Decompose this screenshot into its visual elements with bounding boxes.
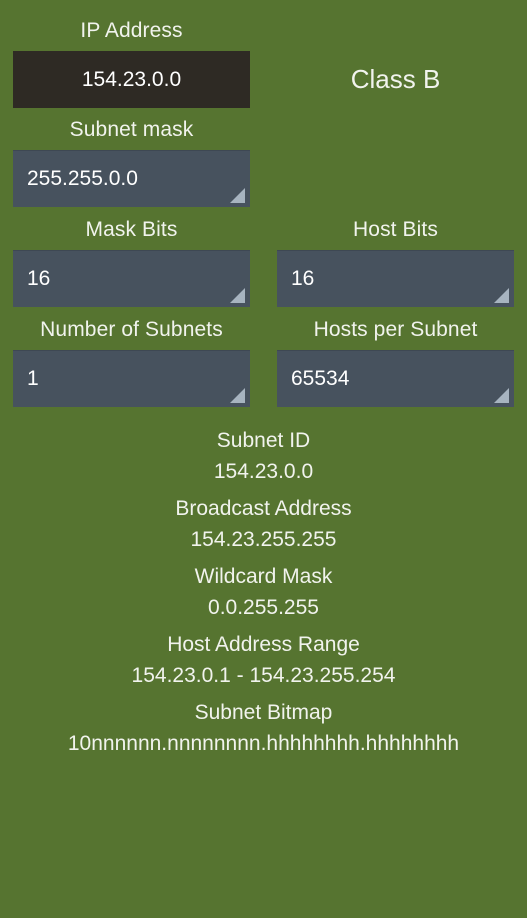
ip-address-field-cell: 154.23.0.0 <box>13 51 250 108</box>
dropdown-triangle-icon <box>230 388 245 403</box>
subnet-mask-label-cell: Subnet mask <box>13 117 250 143</box>
dropdown-triangle-icon <box>494 288 509 303</box>
result-value: 154.23.0.1 - 154.23.255.254 <box>131 664 396 687</box>
number-of-subnets-value: 1 <box>27 367 39 390</box>
subnet-mask-label-row: Subnet mask <box>0 117 527 143</box>
result-label: Wildcard Mask <box>194 565 333 588</box>
result-label: Host Address Range <box>167 633 360 656</box>
mask-bits-spinner[interactable]: 16 <box>13 250 250 307</box>
result-value: 0.0.255.255 <box>208 596 319 619</box>
ip-address-row: 154.23.0.0 Class B <box>0 51 527 108</box>
host-bits-label: Host Bits <box>353 218 438 241</box>
result-value: 154.23.255.255 <box>190 528 337 551</box>
ip-address-label-cell: IP Address <box>13 18 250 44</box>
result-value: 154.23.0.0 <box>213 460 314 483</box>
number-of-subnets-label: Number of Subnets <box>40 318 223 341</box>
hosts-per-subnet-label: Hosts per Subnet <box>313 318 478 341</box>
subnets-label-row: Number of Subnets Hosts per Subnet <box>0 317 527 343</box>
subnet-mask-field-cell: 255.255.0.0 <box>13 150 250 207</box>
ip-address-input[interactable]: 154.23.0.0 <box>13 51 250 108</box>
result-host-address-range: Host Address Range 154.23.0.1 - 154.23.2… <box>0 629 527 691</box>
result-label: Broadcast Address <box>175 497 352 520</box>
subnet-calculator-screen: IP Address 154.23.0.0 Class B Subnet mas… <box>0 18 527 918</box>
mask-bits-field-cell: 16 <box>13 250 250 307</box>
subnet-mask-label: Subnet mask <box>69 118 194 141</box>
host-bits-field-cell: 16 <box>277 250 514 307</box>
result-subnet-id: Subnet ID 154.23.0.0 <box>0 425 527 487</box>
subnets-row: 1 65534 <box>0 350 527 407</box>
subnet-mask-value: 255.255.0.0 <box>27 167 138 190</box>
hosts-per-subnet-spinner[interactable]: 65534 <box>277 350 514 407</box>
host-bits-value: 16 <box>291 267 315 290</box>
ip-address-label: IP Address <box>80 19 183 42</box>
mask-bits-label-cell: Mask Bits <box>13 217 250 243</box>
hosts-per-subnet-value: 65534 <box>291 367 350 390</box>
number-of-subnets-field-cell: 1 <box>13 350 250 407</box>
result-subnet-bitmap: Subnet Bitmap 10nnnnnn.nnnnnnnn.hhhhhhhh… <box>0 697 527 759</box>
ip-class-cell: Class B <box>277 51 514 108</box>
ip-class-label-cell <box>277 18 514 44</box>
ip-address-label-row: IP Address <box>0 18 527 44</box>
number-of-subnets-label-cell: Number of Subnets <box>13 317 250 343</box>
result-broadcast-address: Broadcast Address 154.23.255.255 <box>0 493 527 555</box>
subnet-mask-row: 255.255.0.0 <box>0 150 527 207</box>
mask-bits-label: Mask Bits <box>85 218 178 241</box>
results-panel: Subnet ID 154.23.0.0 Broadcast Address 1… <box>0 425 527 759</box>
result-label: Subnet ID <box>216 429 311 452</box>
host-bits-spinner[interactable]: 16 <box>277 250 514 307</box>
dropdown-triangle-icon <box>230 188 245 203</box>
hosts-per-subnet-label-cell: Hosts per Subnet <box>277 317 514 343</box>
ip-class-value: Class B <box>350 64 441 94</box>
hosts-per-subnet-field-cell: 65534 <box>277 350 514 407</box>
result-value: 10nnnnnn.nnnnnnnn.hhhhhhhh.hhhhhhhh <box>67 732 460 755</box>
result-wildcard-mask: Wildcard Mask 0.0.255.255 <box>0 561 527 623</box>
dropdown-triangle-icon <box>230 288 245 303</box>
dropdown-triangle-icon <box>494 388 509 403</box>
bits-row: 16 16 <box>0 250 527 307</box>
number-of-subnets-spinner[interactable]: 1 <box>13 350 250 407</box>
host-bits-label-cell: Host Bits <box>277 217 514 243</box>
subnet-mask-spinner[interactable]: 255.255.0.0 <box>13 150 250 207</box>
result-label: Subnet Bitmap <box>194 701 333 724</box>
bits-label-row: Mask Bits Host Bits <box>0 217 527 243</box>
mask-bits-value: 16 <box>27 267 51 290</box>
